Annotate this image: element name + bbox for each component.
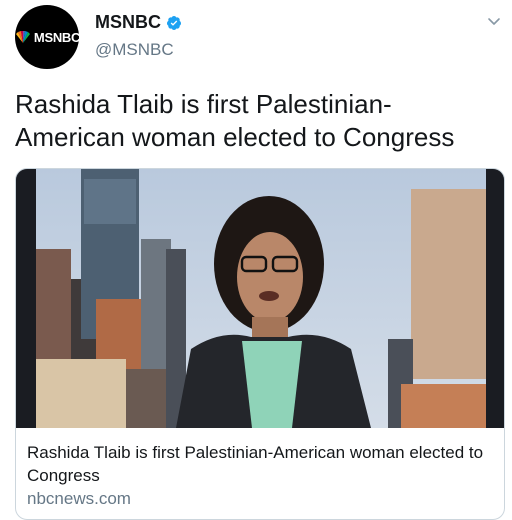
avatar[interactable]: MSNBC [14,5,80,69]
card-title[interactable]: Rashida Tlaib is first Palestinian-Ameri… [27,441,497,487]
display-name[interactable]: MSNBC [95,12,161,33]
avatar-wordmark: MSNBC [33,29,81,45]
card-image[interactable] [16,169,504,428]
card-domain[interactable]: nbcnews.com [27,489,131,509]
handle[interactable]: @MSNBC [95,40,182,60]
nbc-peacock-icon [15,31,30,43]
verified-badge-icon [166,15,181,30]
chevron-down-icon[interactable] [485,12,503,30]
link-card[interactable]: Rashida Tlaib is first Palestinian-Ameri… [15,168,505,520]
tweet-text: Rashida Tlaib is first Palestinian-Ameri… [15,89,455,152]
tweet-header: MSNBC MSNBC @MSNBC [15,0,505,78]
avatar-logo: MSNBC [14,30,80,45]
display-name-row[interactable]: MSNBC [95,12,182,33]
account-names: MSNBC @MSNBC [95,12,182,60]
